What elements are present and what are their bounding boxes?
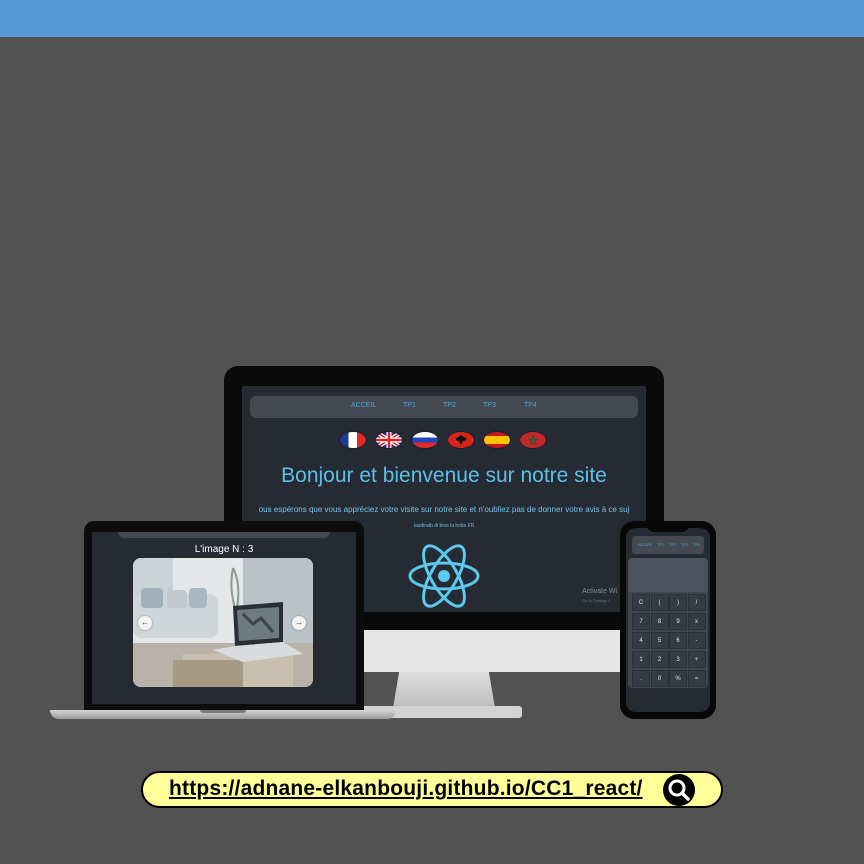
top-banner <box>0 0 864 37</box>
calc-key[interactable]: = <box>687 670 706 687</box>
calc-key[interactable]: x <box>687 613 706 630</box>
phone-nav-tp1[interactable]: TP1 <box>657 542 664 547</box>
search-button[interactable] <box>663 774 695 806</box>
calc-key[interactable]: + <box>687 651 706 668</box>
calc-key[interactable]: 2 <box>650 651 669 668</box>
flag-uk-icon[interactable] <box>376 432 402 448</box>
language-flags <box>340 432 550 448</box>
flag-spain-icon[interactable] <box>484 432 510 448</box>
calc-key[interactable]: . <box>632 670 650 687</box>
next-image-button[interactable]: → <box>292 616 306 630</box>
monitor-navbar: ACCEIL TP1 TP2 TP3 TP4 <box>250 396 638 418</box>
nav-item-tp2[interactable]: TP2 <box>443 402 456 409</box>
flag-albania-icon[interactable] <box>448 432 474 448</box>
phone-navbar: ACCEIL TP1 TP2 TP3 TP4 <box>632 536 704 554</box>
phone-notch <box>646 523 690 532</box>
calc-key[interactable]: % <box>669 670 687 687</box>
phone-nav-tp2[interactable]: TP2 <box>669 542 676 547</box>
calc-key[interactable]: 6 <box>669 632 687 649</box>
calc-key[interactable]: ( <box>650 594 669 611</box>
calc-key[interactable]: - <box>687 632 706 649</box>
flag-russia-icon[interactable] <box>412 432 438 448</box>
calc-key[interactable]: ) <box>669 594 687 611</box>
welcome-paragraph: ous espérons que vous appréciez votre vi… <box>258 505 630 514</box>
calc-key[interactable]: 0 <box>650 670 669 687</box>
calc-key[interactable]: 3 <box>669 651 687 668</box>
activate-windows-hint: Go to Settings t <box>582 598 610 603</box>
prev-image-button[interactable]: ← <box>138 616 152 630</box>
nav-item-acceil[interactable]: ACCEIL <box>351 402 376 409</box>
nav-item-tp4[interactable]: TP4 <box>524 402 537 409</box>
calc-key[interactable]: / <box>687 594 706 611</box>
phone-nav-tp3[interactable]: TP3 <box>681 542 688 547</box>
calc-key[interactable]: 4 <box>632 632 650 649</box>
monitor-stand-neck <box>393 672 495 708</box>
laptop-navbar-strip <box>118 532 330 538</box>
calc-key[interactable]: C <box>632 594 650 611</box>
laptop-notch <box>200 710 246 713</box>
calc-key[interactable]: 5 <box>650 632 669 649</box>
calc-key[interactable]: 8 <box>650 613 669 630</box>
nav-item-tp3[interactable]: TP3 <box>483 402 496 409</box>
phone-nav-tp4[interactable]: TP4 <box>693 542 700 547</box>
phone-nav-acceil[interactable]: ACCEIL <box>638 542 652 547</box>
flag-france-icon[interactable] <box>340 432 366 448</box>
flag-morocco-icon[interactable] <box>520 432 546 448</box>
slider-image: ← → <box>133 558 313 687</box>
laptop-screen: L'image N : 3 ← → <box>92 532 356 704</box>
calculator: C()/ 7 8 9 x 4 5 6- 1 2 3 +. 0% = <box>628 558 708 688</box>
url-bar[interactable]: https://adnane-elkanbouji.github.io/CC1_… <box>141 771 723 808</box>
page-title: Bonjour et bienvenue sur notre site <box>281 464 607 487</box>
search-icon <box>668 779 690 801</box>
nav-item-tp1[interactable]: TP1 <box>403 402 416 409</box>
react-atom-icon <box>408 544 480 608</box>
calc-key[interactable]: 7 <box>632 613 650 630</box>
project-url-link[interactable]: https://adnane-elkanbouji.github.io/CC1_… <box>169 777 643 801</box>
activate-windows-watermark: Activate Wi <box>582 588 618 595</box>
calc-key[interactable]: 1 <box>632 651 650 668</box>
phone-screen: ACCEIL TP1 TP2 TP3 TP4 C()/ 7 8 9 x 4 5 6- 1 2 3 +.… <box>626 528 710 712</box>
calculator-display <box>628 558 708 592</box>
image-caption: L'image N : 3 <box>194 544 254 555</box>
calc-key[interactable]: 9 <box>669 613 687 630</box>
